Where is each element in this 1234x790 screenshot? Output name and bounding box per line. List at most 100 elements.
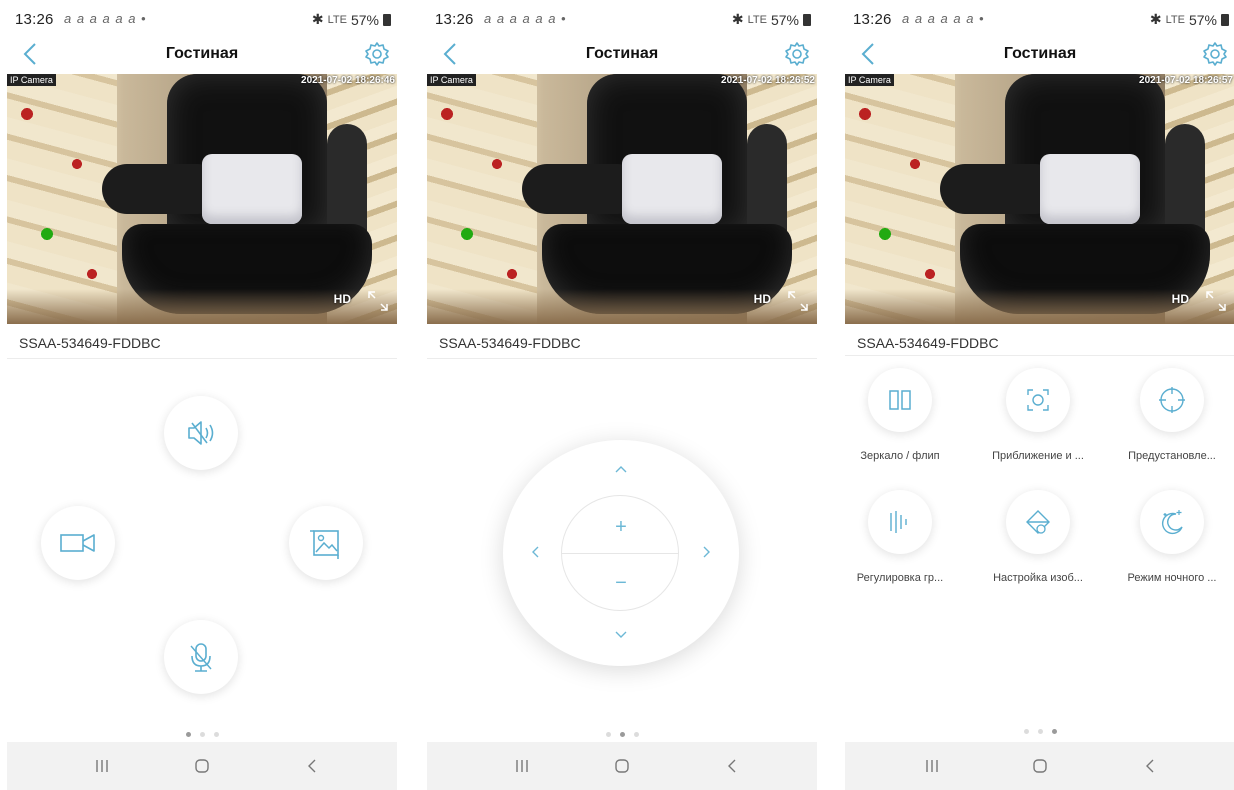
hd-quality-button[interactable]: HD (754, 292, 771, 306)
pan-up-button[interactable] (606, 455, 636, 485)
video-camera-icon (60, 534, 95, 552)
divider (845, 355, 1234, 356)
app-bar: Гостиная (427, 34, 817, 74)
page-dot[interactable] (1037, 729, 1043, 734)
status-right: ✱ LTE 57% (312, 11, 391, 28)
feature-label: Настройка изоб... (993, 572, 1083, 584)
zoom-out-button[interactable]: − (606, 568, 636, 598)
battery-icon (383, 13, 391, 26)
mirror-flip-icon (889, 390, 911, 410)
nav-back-button[interactable] (1135, 752, 1165, 780)
recent-apps-icon (926, 760, 938, 772)
video-timestamp: 2021-07-02 18:26:46 (301, 75, 395, 86)
feature-mirror-flip[interactable]: Зеркало / флип (845, 368, 955, 462)
recent-apps-button[interactable] (507, 752, 537, 780)
page-dot[interactable] (619, 732, 625, 737)
status-bar: 13:26 a a a a a a • ✱ LTE 57% (7, 0, 397, 34)
feature-night-mode[interactable]: Режим ночного ... (1117, 490, 1227, 584)
zoom-in-button[interactable]: + (606, 512, 636, 542)
feature-volume[interactable]: Регулировка гр... (845, 490, 955, 584)
nav-back-button[interactable] (717, 752, 747, 780)
hd-quality-button[interactable]: HD (1172, 292, 1189, 306)
image-screenshot-icon (310, 530, 339, 559)
camera-video-feed[interactable]: IP Camera 2021-07-02 18:26:46 HD (7, 74, 397, 324)
page-dot[interactable] (185, 732, 191, 737)
zoom-control: + − (561, 495, 679, 611)
notification-icons: a a a a a a • (64, 11, 147, 26)
feature-zoom-focus[interactable]: Приближение и ... (983, 368, 1093, 462)
battery-icon (1221, 13, 1229, 26)
fullscreen-button[interactable] (787, 290, 809, 312)
fullscreen-button[interactable] (367, 290, 389, 312)
bluetooth-icon: ✱ (1149, 11, 1162, 27)
feature-image-adjust[interactable]: Настройка изоб... (983, 490, 1093, 584)
record-button[interactable] (41, 506, 115, 580)
recent-apps-button[interactable] (87, 752, 117, 780)
feature-label: Режим ночного ... (1127, 572, 1217, 584)
page-indicator (7, 732, 397, 737)
pan-left-button[interactable] (521, 538, 551, 568)
status-time: 13:26 (15, 11, 54, 28)
page-dot[interactable] (633, 732, 639, 737)
recent-apps-icon (96, 760, 108, 772)
battery-percent: 57% (770, 11, 799, 28)
app-bar: Гостиная (845, 34, 1234, 74)
device-id: SSAA-534649-FDDBC (857, 335, 999, 351)
hd-quality-button[interactable]: HD (334, 292, 351, 306)
screen-2-ptz: 13:26 a a a a a a • ✱ LTE 57% Гостиная I… (427, 0, 817, 790)
ptz-joystick[interactable]: + − (503, 440, 739, 666)
microphone-icon (190, 643, 212, 672)
gear-icon (1203, 42, 1227, 66)
page-title: Гостиная (165, 45, 239, 62)
expand-icon (1206, 291, 1226, 311)
status-right: ✱ LTE 57% (1150, 11, 1229, 28)
mute-button[interactable] (164, 396, 238, 470)
divider (427, 358, 817, 359)
notification-icons: a a a a a a • (902, 11, 985, 26)
page-dot[interactable] (1051, 729, 1057, 734)
status-time: 13:26 (435, 11, 474, 28)
pan-down-button[interactable] (606, 621, 636, 651)
chevron-down-icon (615, 631, 627, 638)
microphone-button[interactable] (164, 620, 238, 694)
feature-label: Регулировка гр... (856, 572, 944, 584)
page-title: Гостиная (585, 45, 659, 62)
feature-label: Приближение и ... (992, 450, 1084, 462)
pan-right-button[interactable] (691, 538, 721, 568)
feature-preset[interactable]: Предустановле... (1117, 368, 1227, 462)
home-button[interactable] (607, 752, 637, 780)
chevron-left-icon (1146, 759, 1154, 773)
battery-icon (803, 13, 811, 26)
chevron-up-icon (615, 466, 627, 473)
page-indicator (427, 732, 817, 737)
settings-button[interactable] (783, 40, 811, 68)
home-button[interactable] (187, 752, 217, 780)
divider (7, 358, 397, 359)
home-button[interactable] (1025, 752, 1055, 780)
page-dot[interactable] (199, 732, 205, 737)
recent-apps-button[interactable] (917, 752, 947, 780)
device-id: SSAA-534649-FDDBC (439, 335, 581, 351)
page-dot[interactable] (605, 732, 611, 737)
device-id: SSAA-534649-FDDBC (19, 335, 161, 351)
notification-icons: a a a a a a • (484, 11, 567, 26)
chevron-right-icon (703, 546, 710, 558)
nav-back-button[interactable] (297, 752, 327, 780)
camera-video-feed[interactable]: IP Camera 2021-07-02 18:26:57 HD (845, 74, 1234, 324)
screen-1-controls: 13:26 a a a a a a • ✱ LTE 57% Гостиная I… (7, 0, 397, 790)
screen-3-features: 13:26 a a a a a a • ✱ LTE 57% Гостиная I… (845, 0, 1234, 790)
page-dot[interactable] (1023, 729, 1029, 734)
camera-video-feed[interactable]: IP Camera 2021-07-02 18:26:52 HD (427, 74, 817, 324)
chevron-left-icon (532, 546, 539, 558)
preset-crosshair-icon (1159, 387, 1185, 413)
settings-button[interactable] (363, 40, 391, 68)
chevron-left-icon (308, 759, 316, 773)
settings-button[interactable] (1201, 40, 1229, 68)
bluetooth-icon: ✱ (311, 11, 324, 27)
page-dot[interactable] (213, 732, 219, 737)
fullscreen-button[interactable] (1205, 290, 1227, 312)
snapshot-button[interactable] (289, 506, 363, 580)
signal-icon: LTE (747, 13, 767, 26)
video-timestamp: 2021-07-02 18:26:57 (1139, 75, 1233, 86)
video-timestamp: 2021-07-02 18:26:52 (721, 75, 815, 86)
